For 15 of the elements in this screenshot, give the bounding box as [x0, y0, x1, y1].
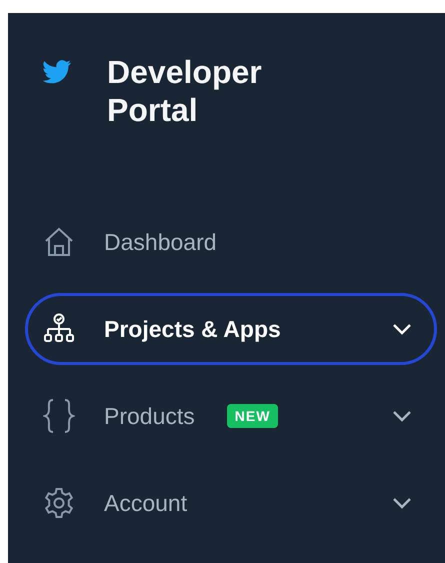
nav-item[interactable]: Products NEW: [25, 380, 437, 452]
nav-item[interactable]: Projects & Apps: [25, 293, 437, 365]
portal-title: Developer Portal: [107, 53, 263, 129]
settings-icon: [43, 487, 75, 519]
nav-item[interactable]: Account: [25, 467, 437, 539]
hierarchy-icon: [43, 313, 75, 345]
nav-label: Projects & Apps: [104, 316, 281, 342]
braces-icon: [43, 398, 75, 434]
nav-label: Products: [104, 402, 195, 430]
nav-label: Account: [104, 490, 188, 516]
bird-icon: [42, 60, 72, 84]
house-icon: [43, 226, 75, 258]
nav-item[interactable]: Dashboard: [25, 206, 437, 278]
new-badge: NEW: [226, 404, 278, 428]
nav-label: Dashboard: [104, 228, 217, 256]
